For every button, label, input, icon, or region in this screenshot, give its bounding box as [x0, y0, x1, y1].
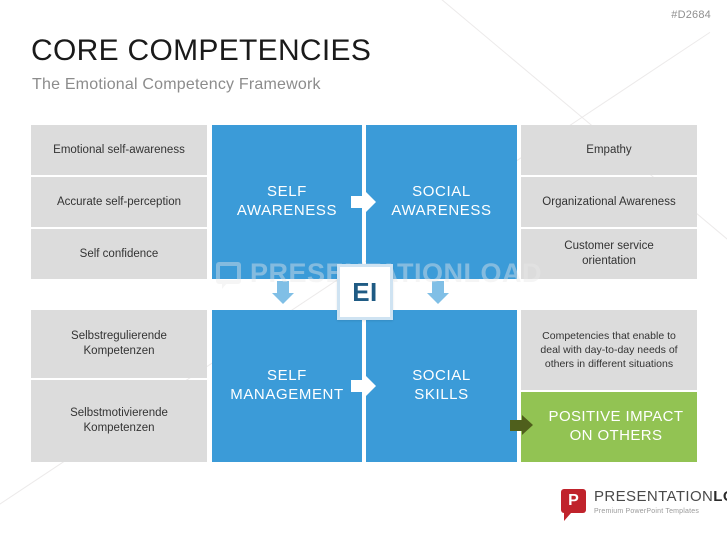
logo-name-light: PRESENTATION — [594, 488, 714, 505]
competency-empathy[interactable]: Empathy — [521, 125, 697, 175]
competency-self-confidence[interactable]: Self confidence — [31, 229, 207, 279]
logo-name-bold: LOAD — [713, 488, 727, 505]
outcome-label: POSITIVE IMPACT ON OTHERS — [548, 408, 684, 444]
quadrant-social-skills[interactable]: SOCIAL SKILLS — [366, 310, 517, 462]
quadrant-social-awareness-label: SOCIAL AWARENESS — [391, 183, 492, 219]
outcome-positive-impact-on-others[interactable]: POSITIVE IMPACT ON OTHERS — [521, 392, 697, 462]
center-badge-emotional-intelligence[interactable]: EI — [337, 264, 393, 320]
page-subtitle: The Emotional Competency Framework — [32, 76, 321, 93]
logo-mark-letter: P — [568, 491, 579, 509]
quadrant-self-awareness[interactable]: SELF AWARENESS — [212, 125, 362, 279]
competency-accurate-self-perception[interactable]: Accurate self-perception — [31, 177, 207, 227]
page-title: CORE COMPETENCIES — [31, 34, 372, 67]
quadrant-social-skills-label: SOCIAL SKILLS — [412, 367, 471, 403]
competency-customer-service-orientation[interactable]: Customer service orientation — [521, 229, 697, 279]
competency-selbstregulierende-kompetenzen[interactable]: Selbstregulierende Kompetenzen — [31, 310, 207, 378]
quadrant-self-management[interactable]: SELF MANAGEMENT — [212, 310, 362, 462]
competency-day-to-day-needs-description[interactable]: Competencies that enable to deal with da… — [521, 310, 697, 390]
competency-emotional-self-awareness[interactable]: Emotional self-awareness — [31, 125, 207, 175]
quadrant-self-awareness-label: SELF AWARENESS — [236, 183, 338, 219]
quadrant-social-awareness[interactable]: SOCIAL AWARENESS — [366, 125, 517, 279]
center-badge-label: EI — [352, 276, 378, 307]
competency-organizational-awareness[interactable]: Organizational Awareness — [521, 177, 697, 227]
competency-selbstmotivierende-kompetenzen[interactable]: Selbstmotivierende Kompetenzen — [31, 380, 207, 462]
document-id: #D2684 — [671, 9, 711, 21]
logo-name: PRESENTATIONLOAD® — [594, 489, 727, 504]
quadrant-divider — [363, 310, 365, 462]
quadrant-divider — [363, 125, 365, 279]
slide-canvas: #D2684 CORE COMPETENCIES The Emotional C… — [0, 0, 727, 545]
logo-wordmark: PRESENTATIONLOAD® Premium PowerPoint Tem… — [594, 489, 727, 515]
speech-bubble-icon: P — [561, 489, 586, 521]
quadrant-self-management-label: SELF MANAGEMENT — [230, 367, 344, 403]
presentationload-logo: P PRESENTATIONLOAD® Premium PowerPoint T… — [561, 489, 727, 521]
logo-tagline: Premium PowerPoint Templates — [594, 508, 700, 515]
